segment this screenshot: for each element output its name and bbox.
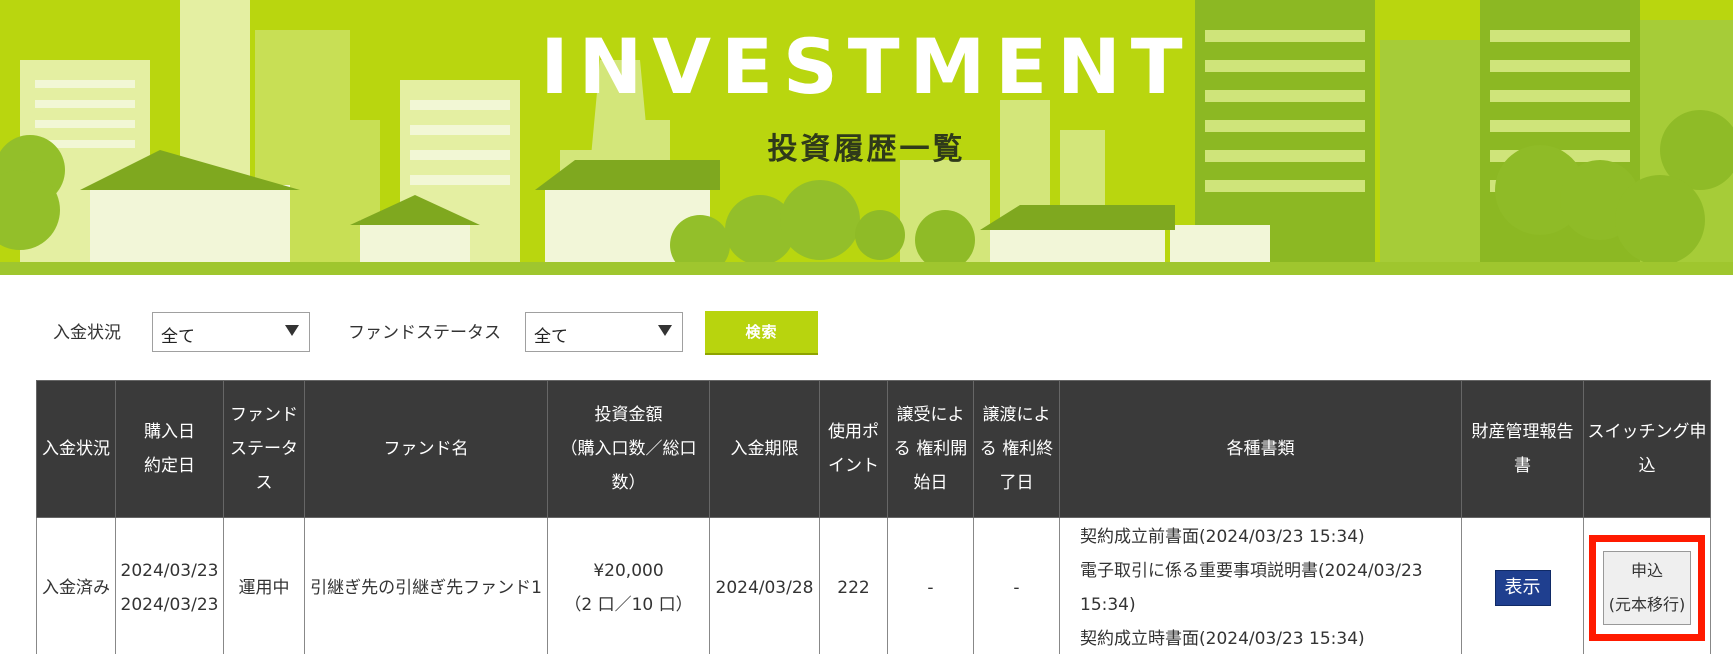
- cell-report: 表示: [1461, 517, 1584, 654]
- cell-points: 222: [819, 517, 888, 654]
- chevron-down-icon: [658, 325, 672, 336]
- cell-amount: ¥20,000 （2 口／10 口）: [547, 517, 710, 654]
- cell-payment-status: 入金済み: [36, 517, 116, 654]
- col-payment-status: 入金状況: [36, 380, 116, 518]
- col-transfer-in: 譲受による 権利開始日: [887, 380, 974, 518]
- highlight-box: 申込 (元本移行): [1589, 534, 1705, 641]
- chevron-down-icon: [285, 325, 299, 336]
- document-link-contract[interactable]: 契約成立時書面(2024/03/23 15:34): [1080, 622, 1460, 654]
- col-purchase-date: 購入日 約定日: [115, 380, 224, 518]
- col-fund-name: ファンド名: [304, 380, 548, 518]
- col-amount: 投資金額 （購入口数／総口数）: [547, 380, 710, 518]
- report-show-button[interactable]: 表示: [1494, 569, 1551, 606]
- purchase-date: 2024/03/23: [120, 560, 219, 581]
- hero-banner: INVESTMENT 投資履歴一覧: [0, 0, 1733, 275]
- col-purchase-date-line1: 購入日: [144, 422, 195, 442]
- cell-transfer-in: -: [887, 517, 974, 654]
- search-button[interactable]: 検索: [705, 311, 818, 353]
- contract-date: 2024/03/23: [120, 594, 219, 615]
- payment-status-select-value: 全て: [161, 327, 195, 347]
- col-amount-line1: 投資金額: [594, 405, 663, 425]
- investment-history-table: 入金状況 購入日 約定日 ファンドステータス ファンド名 投資金額 （購入口数／…: [36, 380, 1711, 654]
- col-transfer-out-line2: 権利終了日: [999, 439, 1054, 493]
- document-link-important-matters[interactable]: 電子取引に係る重要事項説明書(2024/03/23 15:34): [1080, 554, 1460, 622]
- units-value: （2 口／10 口）: [564, 594, 693, 615]
- table-header-row: 入金状況 購入日 約定日 ファンドステータス ファンド名 投資金額 （購入口数／…: [36, 380, 1711, 518]
- table-row: 入金済み 2024/03/23 2024/03/23 運用中 引継ぎ先の引継ぎ先…: [36, 517, 1711, 654]
- col-switching: スイッチング申込: [1583, 380, 1711, 518]
- col-purchase-date-line2: 約定日: [144, 456, 195, 476]
- apply-label: 申込: [1630, 560, 1663, 580]
- payment-status-label: 入金状況: [53, 323, 121, 343]
- cell-transfer-out: -: [973, 517, 1060, 654]
- hero-title: INVESTMENT: [540, 22, 1193, 111]
- payment-status-select[interactable]: 全て: [152, 312, 310, 352]
- filter-bar: 入金状況 全て ファンドステータス 全て 検索: [0, 310, 1733, 354]
- cell-fund-name: 引継ぎ先の引継ぎ先ファンド1: [304, 517, 548, 654]
- col-payment-due: 入金期限: [709, 380, 820, 518]
- cell-payment-due: 2024/03/28: [709, 517, 820, 654]
- col-amount-line2: （購入口数／総口数）: [560, 439, 697, 493]
- col-report: 財産管理報告書: [1461, 380, 1584, 518]
- document-link-pre-contract[interactable]: 契約成立前書面(2024/03/23 15:34): [1080, 520, 1460, 554]
- col-documents: 各種書類: [1059, 380, 1462, 518]
- amount-value: ¥20,000: [593, 560, 664, 581]
- col-transfer-in-line2: 権利開始日: [913, 439, 968, 493]
- cell-switching: 申込 (元本移行): [1583, 517, 1711, 654]
- cell-purchase-date: 2024/03/23 2024/03/23: [115, 517, 224, 654]
- page-title: 投資履歴一覧: [767, 132, 966, 167]
- col-points: 使用ポイント: [819, 380, 888, 518]
- col-transfer-out: 譲渡による 権利終了日: [973, 380, 1060, 518]
- fund-status-label: ファンドステータス: [348, 323, 501, 343]
- cell-fund-status: 運用中: [223, 517, 305, 654]
- apply-sublabel: (元本移行): [1608, 594, 1686, 614]
- fund-status-select-value: 全て: [534, 327, 568, 347]
- cell-documents: 契約成立前書面(2024/03/23 15:34) 電子取引に係る重要事項説明書…: [1059, 517, 1462, 654]
- col-fund-status: ファンドステータス: [223, 380, 305, 518]
- fund-status-select[interactable]: 全て: [525, 312, 683, 352]
- switching-apply-button[interactable]: 申込 (元本移行): [1603, 550, 1691, 625]
